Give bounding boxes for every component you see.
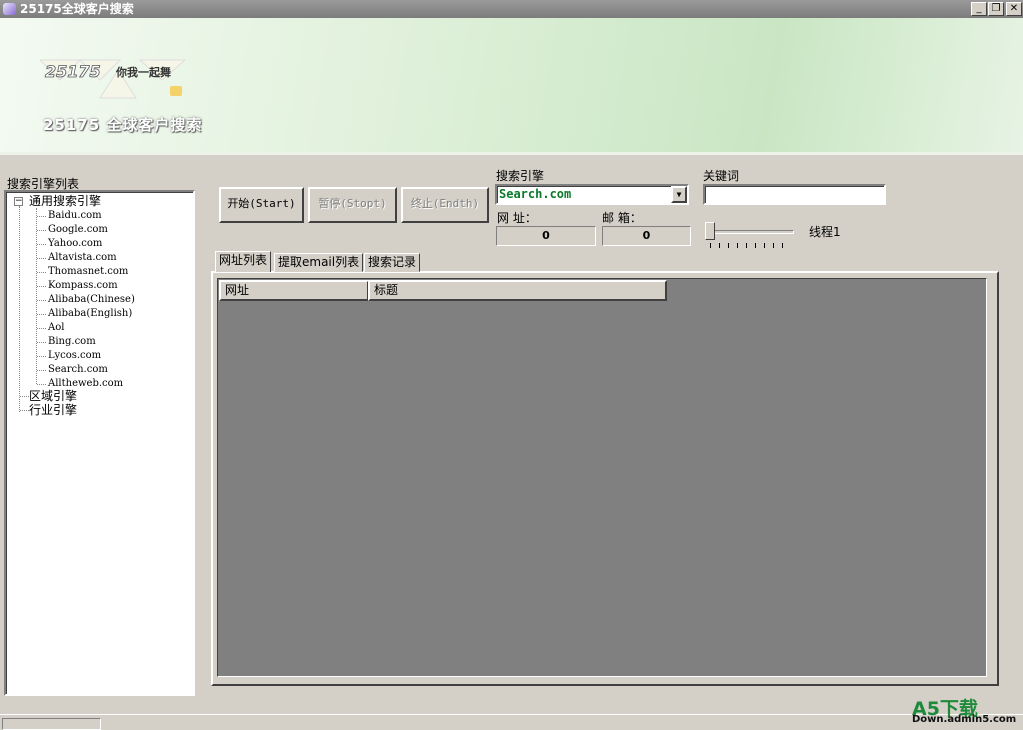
- url-count: 0: [496, 226, 596, 246]
- app-icon: [3, 3, 16, 15]
- keyword-label: 关键词: [703, 169, 740, 183]
- thread-label: 线程1: [809, 225, 841, 239]
- tree-item[interactable]: Alibaba(English): [48, 307, 132, 321]
- keyword-input[interactable]: [703, 184, 886, 205]
- chevron-down-icon[interactable]: ▼: [671, 186, 687, 203]
- email-count-label: 邮 箱：: [602, 211, 642, 225]
- slider-thumb[interactable]: [705, 222, 715, 240]
- tree-item[interactable]: Altavista.com: [48, 251, 117, 265]
- minimize-button[interactable]: _: [971, 2, 987, 16]
- tree-item[interactable]: Alibaba(Chinese): [48, 293, 135, 307]
- pause-button[interactable]: 暂停(Stopt): [308, 187, 397, 223]
- email-count: 0: [602, 226, 691, 246]
- close-button[interactable]: ✕: [1006, 2, 1022, 16]
- url-count-label: 网 址：: [497, 211, 537, 225]
- tree-item[interactable]: Baidu.com: [48, 209, 102, 223]
- tree-item[interactable]: Lycos.com: [48, 349, 101, 363]
- tree-group-regional[interactable]: 区域引擎: [29, 389, 77, 403]
- logo-number: 25175: [45, 62, 101, 81]
- logo-slogan: 你我一起舞: [115, 65, 171, 79]
- tree-group-general[interactable]: 通用搜索引擎: [29, 194, 101, 208]
- tree-item[interactable]: Yahoo.com: [48, 237, 102, 251]
- tree-item[interactable]: Aol: [48, 321, 64, 335]
- tree-item[interactable]: Kompass.com: [48, 279, 118, 293]
- watermark-url: Down.admin5.com: [912, 714, 1017, 725]
- tree-group-industry[interactable]: 行业引擎: [29, 403, 77, 417]
- tab-url-list[interactable]: 网址列表: [215, 251, 272, 272]
- tab-search-history[interactable]: 搜索记录: [364, 253, 421, 272]
- tree-item[interactable]: Search.com: [48, 363, 108, 377]
- brand-logo: 25175 你我一起舞: [38, 58, 190, 104]
- engine-tree[interactable]: − 通用搜索引擎 Baidu.com Google.com Yahoo.com Altav…: [4, 190, 195, 696]
- status-panel: [2, 718, 101, 730]
- tab-email-list[interactable]: 提取email列表: [274, 253, 364, 272]
- end-button[interactable]: 终止(Endth): [401, 187, 489, 223]
- thread-slider[interactable]: [705, 222, 795, 250]
- column-header-url[interactable]: 网址: [219, 280, 369, 301]
- title-bar: 25175全球客户搜索: [0, 0, 1023, 18]
- engine-select[interactable]: Search.com ▼: [495, 184, 689, 205]
- status-divider: [0, 714, 1023, 715]
- engine-label: 搜索引擎: [496, 169, 545, 183]
- banner-title: 25175 全球客户搜索: [43, 116, 203, 134]
- collapse-icon[interactable]: −: [14, 197, 23, 206]
- tree-item[interactable]: Google.com: [48, 223, 108, 237]
- results-grid[interactable]: 网址 标题: [217, 278, 987, 677]
- restore-button[interactable]: ❐: [988, 2, 1004, 16]
- column-header-title[interactable]: 标题: [368, 280, 667, 301]
- window-title: 25175全球客户搜索: [20, 2, 134, 16]
- engine-value: Search.com: [499, 187, 572, 201]
- tree-item[interactable]: Bing.com: [48, 335, 96, 349]
- tree-item[interactable]: Thomasnet.com: [48, 265, 128, 279]
- start-button[interactable]: 开始(Start): [219, 187, 304, 223]
